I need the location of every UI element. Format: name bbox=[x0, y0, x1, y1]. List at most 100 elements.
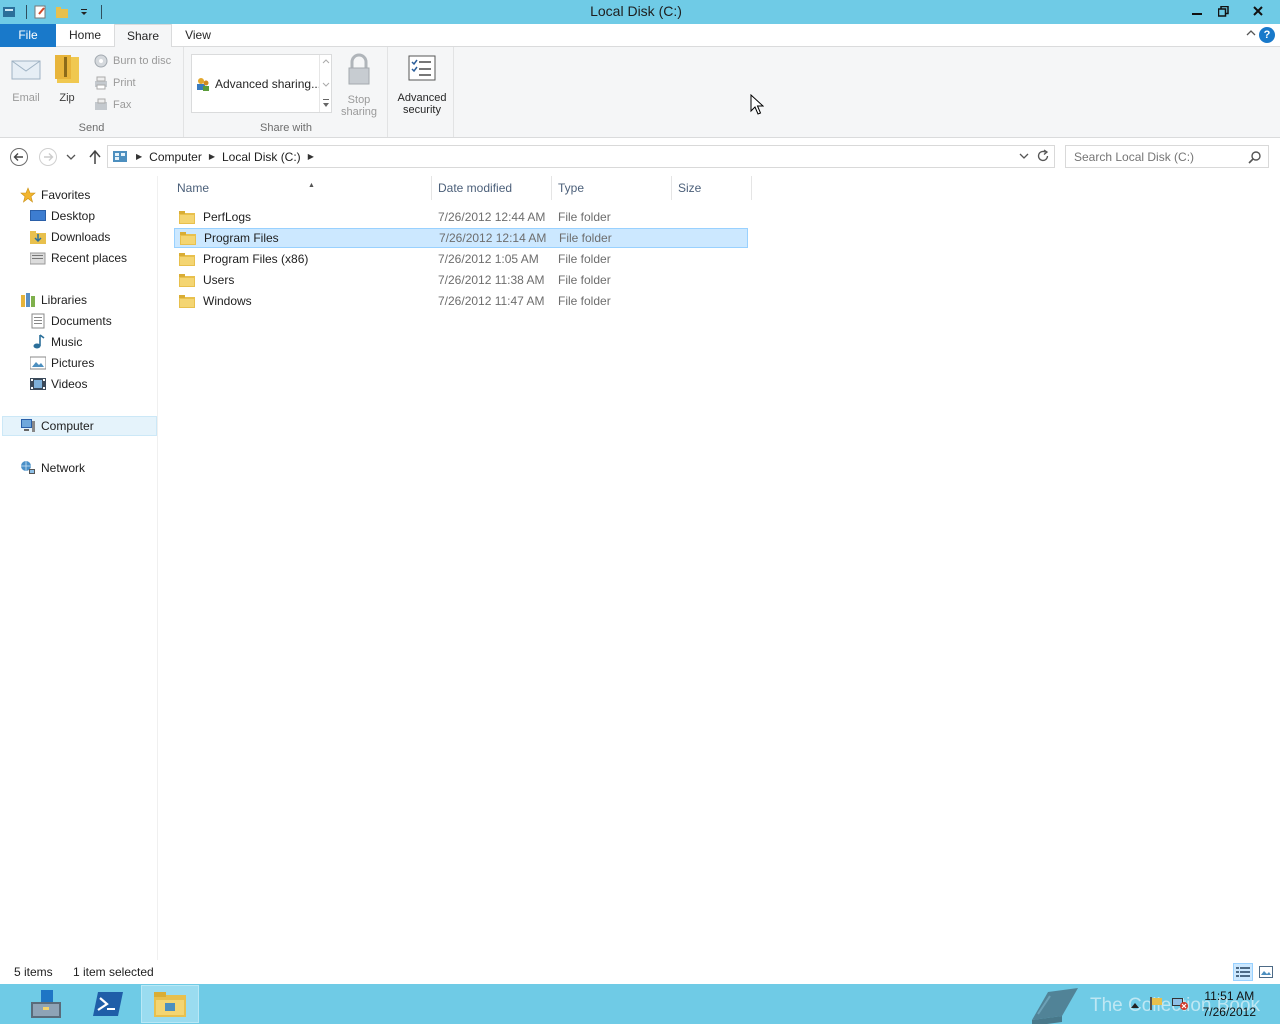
nav-favorites[interactable]: Favorites bbox=[20, 185, 90, 205]
column-header-size[interactable]: Size bbox=[672, 176, 752, 200]
network-status-icon[interactable] bbox=[1172, 996, 1188, 1013]
column-header-date[interactable]: Date modified bbox=[432, 176, 552, 200]
recent-locations-chevron-icon[interactable] bbox=[61, 146, 81, 168]
file-explorer-taskbar-icon[interactable] bbox=[141, 985, 199, 1023]
print-button[interactable]: Print bbox=[93, 74, 136, 92]
group-send: Email Zip Burn to disc Print Fax Send bbox=[0, 47, 184, 137]
window-title: Local Disk (C:) bbox=[590, 3, 682, 19]
details-view-icon[interactable] bbox=[1233, 963, 1253, 981]
action-center-flag-icon[interactable] bbox=[1148, 996, 1164, 1013]
forward-button[interactable] bbox=[37, 146, 59, 168]
nav-music[interactable]: Music bbox=[30, 332, 82, 352]
address-bar[interactable]: ▶ Computer ▶ Local Disk (C:) ▶ bbox=[107, 145, 1055, 168]
nav-computer-label: Computer bbox=[41, 419, 94, 433]
security-checklist-icon bbox=[393, 53, 451, 88]
file-row[interactable]: Users 7/26/2012 11:38 AM File folder bbox=[174, 270, 748, 290]
column-type-label: Type bbox=[558, 181, 585, 195]
breadcrumb-computer[interactable]: Computer ▶ bbox=[149, 150, 222, 164]
server-manager-taskbar-icon[interactable] bbox=[17, 985, 75, 1023]
file-date: 7/26/2012 11:47 AM bbox=[438, 294, 545, 308]
nav-pictures[interactable]: Pictures bbox=[30, 353, 94, 373]
file-date: 7/26/2012 12:14 AM bbox=[439, 231, 547, 245]
share-with-gallery[interactable]: Advanced sharing... bbox=[191, 54, 332, 113]
address-root-icon[interactable]: ▶ bbox=[113, 150, 149, 164]
zip-icon bbox=[50, 53, 84, 88]
nav-desktop[interactable]: Desktop bbox=[30, 206, 95, 226]
downloads-icon bbox=[30, 229, 46, 245]
zip-label: Zip bbox=[59, 92, 75, 104]
tab-share[interactable]: Share bbox=[114, 24, 172, 48]
explorer-window: Local Disk (C:) File Home Share View ? E… bbox=[0, 0, 1280, 1024]
taskbar: The Collection Book 11:51 AM 7/26/2012 bbox=[0, 984, 1280, 1024]
file-row[interactable]: PerfLogs 7/26/2012 12:44 AM File folder bbox=[174, 207, 748, 227]
stop-sharing-label-1: Stop bbox=[347, 94, 371, 106]
nav-videos[interactable]: Videos bbox=[30, 374, 87, 394]
advanced-sharing-item[interactable]: Advanced sharing... bbox=[196, 77, 321, 91]
nav-downloads[interactable]: Downloads bbox=[30, 227, 110, 247]
clock-date: 7/26/2012 bbox=[1202, 1005, 1256, 1019]
file-type: File folder bbox=[558, 273, 611, 287]
help-icon[interactable]: ? bbox=[1259, 27, 1275, 43]
show-hidden-icons-icon[interactable] bbox=[1130, 998, 1140, 1012]
zip-button[interactable]: Zip bbox=[50, 53, 84, 104]
burn-to-disc-button[interactable]: Burn to disc bbox=[93, 52, 171, 70]
restore-button[interactable] bbox=[1210, 0, 1236, 22]
gallery-scroll[interactable] bbox=[319, 55, 331, 112]
fax-button[interactable]: Fax bbox=[93, 96, 131, 114]
powershell-taskbar-icon[interactable] bbox=[79, 985, 137, 1023]
folder-icon bbox=[179, 295, 195, 308]
folder-icon bbox=[179, 274, 195, 287]
ribbon-collapse-icon[interactable] bbox=[1246, 28, 1256, 40]
search-input[interactable] bbox=[1074, 149, 1249, 164]
nav-computer[interactable]: Computer bbox=[2, 416, 157, 436]
tab-view[interactable]: View bbox=[172, 24, 224, 47]
column-header-type[interactable]: Type bbox=[552, 176, 672, 200]
file-name: Program Files (x86) bbox=[203, 252, 309, 266]
folder-icon bbox=[180, 232, 196, 245]
column-header-name[interactable]: ▲ Name bbox=[171, 176, 432, 200]
address-actions bbox=[1018, 149, 1050, 166]
breadcrumb-local-disk[interactable]: Local Disk (C:) ▶ bbox=[222, 150, 321, 164]
nav-recent-places[interactable]: Recent places bbox=[30, 248, 127, 268]
advanced-security-button[interactable]: Advanced security bbox=[393, 53, 451, 116]
navigation-pane: Favorites Desktop Downloads Recent place… bbox=[0, 176, 158, 960]
nav-libraries[interactable]: Libraries bbox=[20, 290, 87, 310]
ribbon-tabs: File Home Share View ? bbox=[0, 24, 1280, 48]
star-icon bbox=[20, 187, 36, 203]
search-icon[interactable] bbox=[1248, 150, 1262, 167]
system-clock[interactable]: 11:51 AM 7/26/2012 bbox=[1203, 988, 1256, 1020]
address-history-chevron-icon[interactable] bbox=[1018, 149, 1030, 166]
folder-icon bbox=[179, 211, 195, 224]
file-type: File folder bbox=[558, 294, 611, 308]
fax-label: Fax bbox=[113, 99, 132, 111]
tab-home[interactable]: Home bbox=[56, 24, 114, 47]
file-list: ▲ Name Date modified Type Size PerfLogs … bbox=[160, 176, 1280, 960]
nav-downloads-label: Downloads bbox=[51, 230, 111, 244]
search-box[interactable] bbox=[1065, 145, 1269, 168]
breadcrumb-arrow-icon[interactable]: ▶ bbox=[308, 152, 314, 161]
minimize-button[interactable] bbox=[1184, 0, 1210, 22]
navigation-bar: ▶ Computer ▶ Local Disk (C:) ▶ bbox=[0, 138, 1280, 176]
column-size-label: Size bbox=[678, 181, 702, 195]
breadcrumb-arrow-icon[interactable]: ▶ bbox=[136, 152, 142, 161]
folder-icon bbox=[179, 253, 195, 266]
nav-network-label: Network bbox=[41, 461, 86, 475]
email-button[interactable]: Email bbox=[8, 53, 44, 104]
burn-label: Burn to disc bbox=[113, 55, 172, 67]
up-button[interactable] bbox=[84, 146, 106, 168]
tab-file[interactable]: File bbox=[0, 24, 56, 47]
group-security: Advanced security bbox=[389, 47, 454, 137]
network-icon bbox=[20, 460, 36, 476]
file-row[interactable]: Program Files (x86) 7/26/2012 1:05 AM Fi… bbox=[174, 249, 748, 269]
pictures-icon bbox=[30, 355, 46, 371]
refresh-icon[interactable] bbox=[1036, 149, 1050, 166]
stop-sharing-button[interactable]: Stop sharing bbox=[337, 53, 381, 118]
breadcrumb-arrow-icon[interactable]: ▶ bbox=[209, 152, 215, 161]
large-icons-view-icon[interactable] bbox=[1256, 963, 1276, 981]
back-button[interactable] bbox=[8, 146, 30, 168]
nav-network[interactable]: Network bbox=[20, 458, 85, 478]
close-button[interactable] bbox=[1236, 0, 1280, 22]
nav-documents[interactable]: Documents bbox=[30, 311, 112, 331]
file-row[interactable]: Windows 7/26/2012 11:47 AM File folder bbox=[174, 291, 748, 311]
file-row-selected[interactable]: Program Files 7/26/2012 12:14 AM File fo… bbox=[174, 228, 748, 248]
